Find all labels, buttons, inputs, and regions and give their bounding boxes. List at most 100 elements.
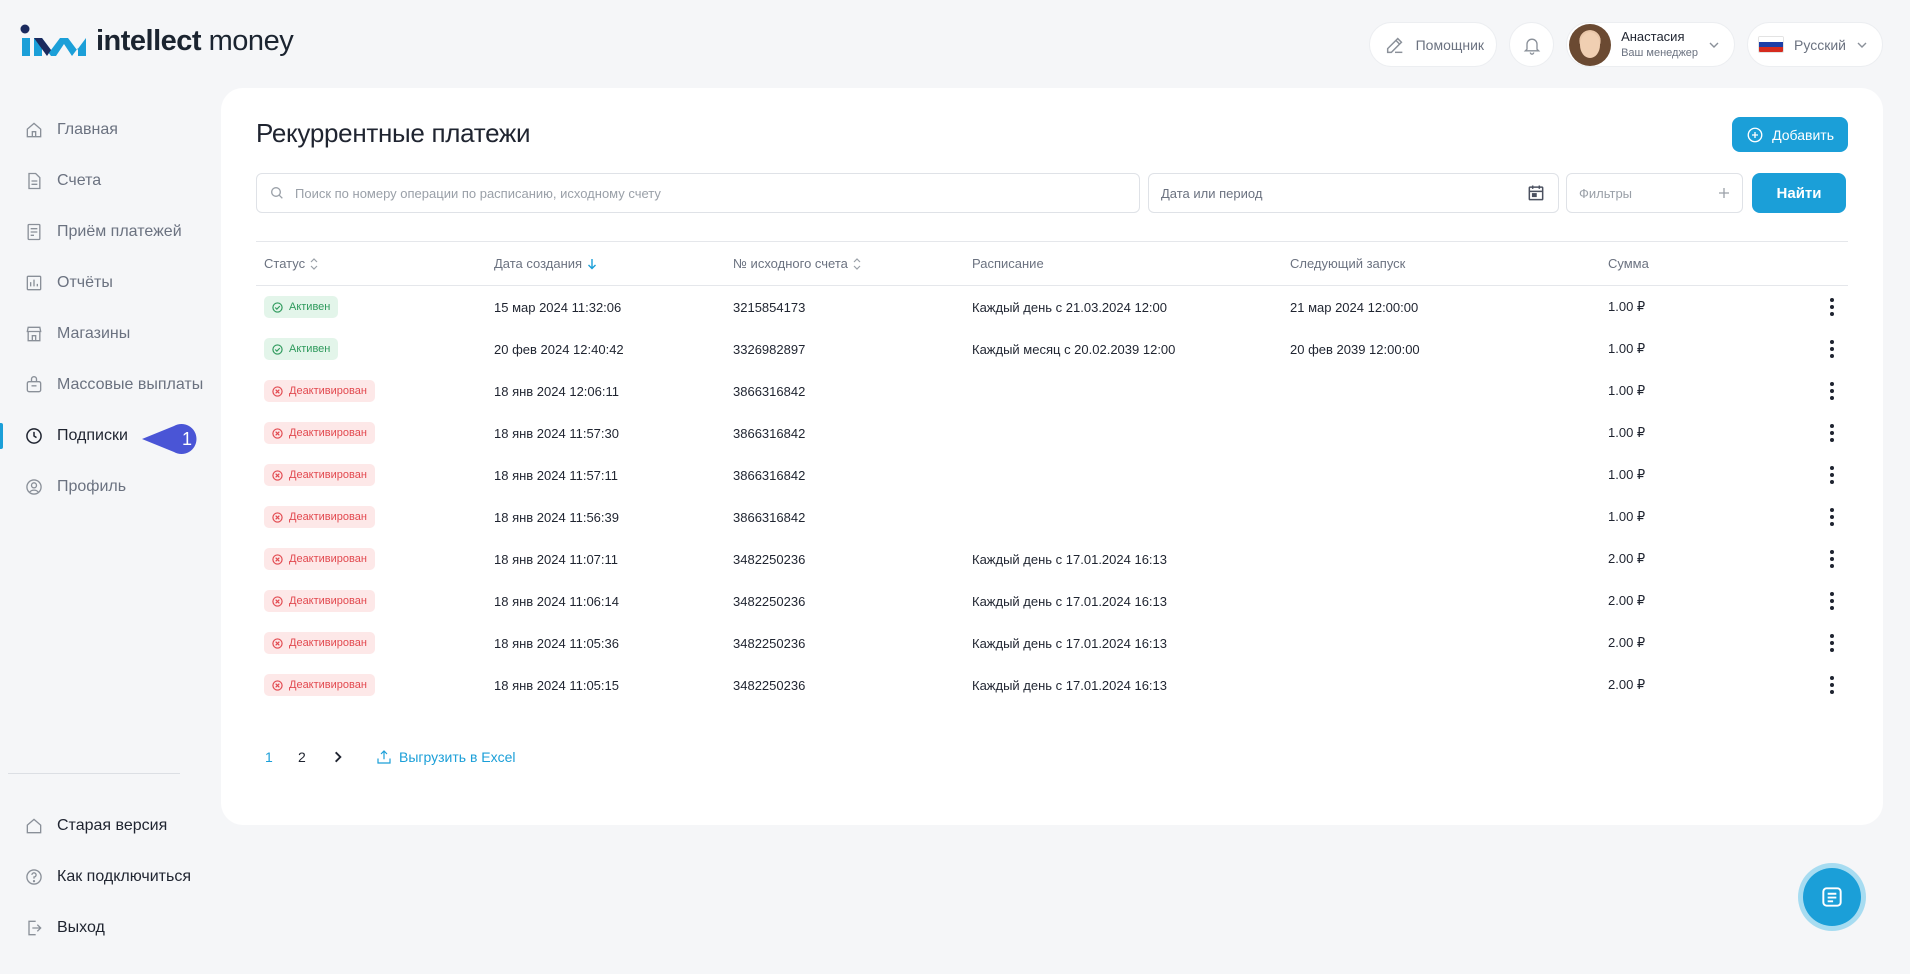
sum-cell: 1.00 ₽	[1608, 467, 1646, 482]
status-badge: Деактивирован	[264, 506, 375, 528]
helper-button[interactable]: Помощник	[1368, 22, 1498, 67]
sidebar-item-label: Подписки	[57, 426, 128, 444]
sidebar-item-mass-payouts[interactable]: Массовые выплаты	[0, 359, 210, 410]
search-input[interactable]	[295, 185, 1115, 201]
sidebar-item-profile[interactable]: Профиль	[0, 461, 210, 512]
page-1[interactable]: 1	[265, 749, 298, 765]
brand-logo[interactable]: intellect money	[20, 24, 294, 58]
status-label: Деактивирован	[289, 469, 367, 481]
account-cell: 3866316842	[733, 425, 806, 441]
table-row[interactable]: Деактивирован 18 янв 2024 11:07:11 3482250…	[256, 538, 1848, 580]
schedule-cell: Каждый день с 17.01.2024 16:13	[972, 593, 1167, 609]
sidebar-item-payments[interactable]: Приём платежей	[0, 206, 210, 257]
chat-icon	[1822, 887, 1842, 907]
created-cell: 18 янв 2024 12:06:11	[494, 383, 619, 399]
pagination: 1 2 Выгрузить в Excel	[265, 748, 516, 766]
check-circle-icon	[272, 301, 283, 313]
date-input[interactable]	[1161, 185, 1461, 201]
page-2[interactable]: 2	[298, 749, 331, 765]
table-row[interactable]: Деактивирован 18 янв 2024 11:05:36 3482250…	[256, 622, 1848, 664]
bag-icon	[24, 375, 44, 395]
find-button[interactable]: Найти	[1752, 173, 1846, 213]
row-menu-button[interactable]	[1822, 590, 1842, 612]
pencil-icon	[1386, 37, 1403, 53]
status-label: Активен	[289, 301, 331, 313]
column-label: № исходного счета	[733, 256, 848, 271]
main-card: Рекуррентные платежи Добавить Фильтры На…	[221, 88, 1883, 825]
status-label: Деактивирован	[289, 385, 367, 397]
filters-select[interactable]: Фильтры	[1566, 173, 1743, 213]
sidebar-item-logout[interactable]: Выход	[0, 902, 210, 953]
sidebar-item-label: Отчёты	[57, 273, 113, 291]
account-cell: 3482250236	[733, 551, 806, 567]
created-cell: 18 янв 2024 11:05:36	[494, 635, 619, 651]
table-row[interactable]: Деактивирован 18 янв 2024 12:06:11 3866316…	[256, 370, 1848, 412]
russia-flag-icon	[1758, 36, 1785, 53]
chevron-down-icon	[1709, 42, 1719, 48]
row-menu-button[interactable]	[1822, 548, 1842, 570]
x-circle-icon	[272, 595, 283, 607]
add-button[interactable]: Добавить	[1732, 117, 1848, 152]
sum-cell: 2.00 ₽	[1608, 593, 1646, 608]
sidebar-item-label: Как подключиться	[57, 867, 191, 885]
x-circle-icon	[272, 679, 283, 691]
home-icon	[24, 816, 44, 836]
status-label: Деактивирован	[289, 679, 367, 691]
sort-icon	[853, 257, 861, 270]
receipt-icon	[24, 222, 44, 242]
export-excel-link[interactable]: Выгрузить в Excel	[375, 748, 516, 766]
column-status[interactable]: Статус	[256, 256, 494, 271]
table-row[interactable]: Деактивирован 18 янв 2024 11:05:15 3482250…	[256, 664, 1848, 706]
status-label: Деактивирован	[289, 553, 367, 565]
table-row[interactable]: Активен 20 фев 2024 12:40:42 3326982897 Каж…	[256, 328, 1848, 370]
row-menu-button[interactable]	[1822, 338, 1842, 360]
account-cell: 3482250236	[733, 635, 806, 651]
table-row[interactable]: Деактивирован 18 янв 2024 11:57:30 3866316…	[256, 412, 1848, 454]
date-field[interactable]	[1148, 173, 1559, 213]
sort-icon	[310, 257, 318, 270]
document-icon	[24, 171, 44, 191]
column-created[interactable]: Дата создания	[494, 256, 733, 271]
avatar	[1569, 23, 1612, 66]
status-label: Деактивирован	[289, 511, 367, 523]
table-row[interactable]: Деактивирован 18 янв 2024 11:06:14 3482250…	[256, 580, 1848, 622]
sidebar-item-home[interactable]: Главная	[0, 104, 210, 155]
row-menu-button[interactable]	[1822, 506, 1842, 528]
row-menu-button[interactable]	[1822, 632, 1842, 654]
search-field[interactable]	[256, 173, 1140, 213]
row-menu-button[interactable]	[1822, 296, 1842, 318]
sidebar-divider	[8, 773, 180, 774]
created-cell: 18 янв 2024 11:57:30	[494, 425, 619, 441]
notifications-button[interactable]	[1509, 22, 1555, 67]
table-row[interactable]: Деактивирован 18 янв 2024 11:57:11 3866316…	[256, 454, 1848, 496]
user-menu[interactable]: Анастасия Ваш менеджер	[1566, 22, 1736, 67]
filters-label: Фильтры	[1579, 185, 1633, 201]
table-row[interactable]: Активен 15 мар 2024 11:32:06 3215854173 Каж…	[256, 286, 1848, 328]
calendar-icon[interactable]	[1526, 183, 1546, 203]
row-menu-button[interactable]	[1822, 380, 1842, 402]
sidebar-item-how-to-connect[interactable]: Как подключиться	[0, 851, 210, 902]
chat-button[interactable]	[1803, 868, 1861, 926]
status-badge: Деактивирован	[264, 590, 375, 612]
sidebar-item-reports[interactable]: Отчёты	[0, 257, 210, 308]
created-cell: 18 янв 2024 11:05:15	[494, 677, 619, 693]
chevron-right-icon[interactable]	[331, 750, 345, 764]
sidebar-item-accounts[interactable]: Счета	[0, 155, 210, 206]
user-circle-icon	[24, 477, 44, 497]
account-cell: 3482250236	[733, 593, 806, 609]
sidebar-item-old-version[interactable]: Старая версия	[0, 800, 210, 851]
row-menu-button[interactable]	[1822, 422, 1842, 444]
table-header: Статус Дата создания № исходного счета Р…	[256, 241, 1848, 286]
row-menu-button[interactable]	[1822, 674, 1842, 696]
row-menu-button[interactable]	[1822, 464, 1842, 486]
column-account[interactable]: № исходного счета	[733, 256, 972, 271]
table-row[interactable]: Деактивирован 18 янв 2024 11:56:39 3866316…	[256, 496, 1848, 538]
sum-cell: 1.00 ₽	[1608, 341, 1646, 356]
created-cell: 18 янв 2024 11:07:11	[494, 551, 619, 567]
language-select[interactable]: Русский	[1747, 22, 1883, 67]
sum-cell: 1.00 ₽	[1608, 299, 1646, 314]
header-actions: Помощник Анастасия Ваш менеджер Русский	[1368, 22, 1883, 67]
sidebar-item-stores[interactable]: Магазины	[0, 308, 210, 359]
sum-cell: 2.00 ₽	[1608, 677, 1646, 692]
account-cell: 3866316842	[733, 509, 806, 525]
